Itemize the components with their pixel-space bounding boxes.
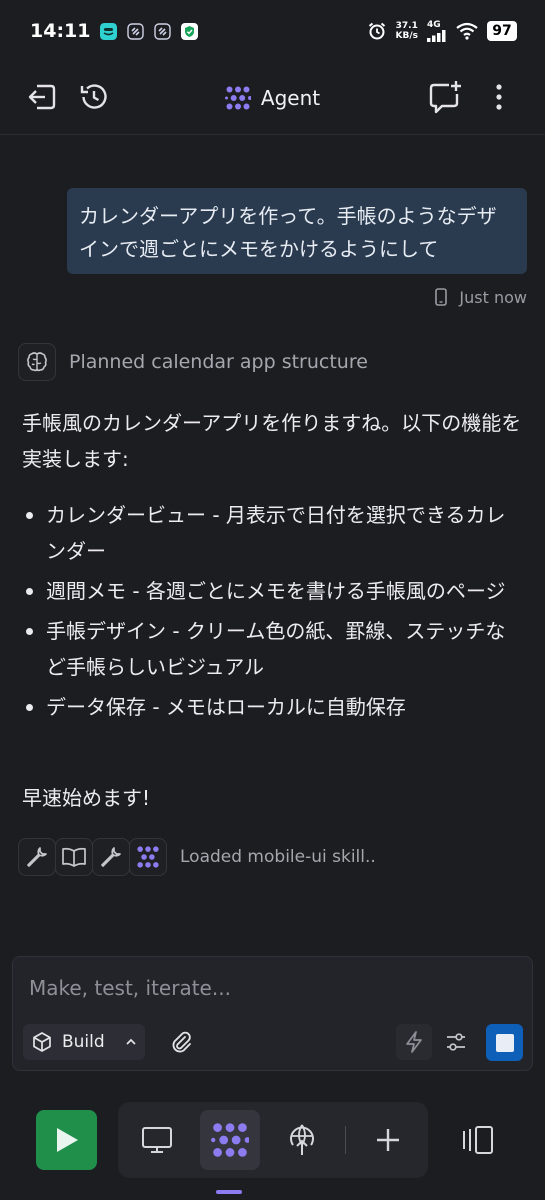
brain-icon [27,352,47,372]
page-title: Agent [260,86,321,110]
chevron-up-icon [126,1038,136,1045]
tool-chip [92,838,130,876]
thought-summary[interactable]: Planned calendar app structure [18,343,368,381]
status-time: 14:11 [30,20,91,42]
plus-icon [377,1129,399,1151]
sliders-icon [447,1033,465,1051]
exit-button[interactable] [22,77,62,117]
agent-logo-icon [137,846,159,868]
new-tab-button[interactable] [358,1110,418,1170]
list-item: 手帳デザイン - クリーム色の紙、罫線、ステッチなど手帳らしいビジュアル [22,613,522,685]
assistant-feature-list: カレンダービュー - 月表示で日付を選択できるカレンダー 週間メモ - 各週ごと… [22,497,522,729]
settings-sliders-button[interactable] [438,1024,474,1060]
tool-activity[interactable]: Loaded mobile-ui skill.. [18,838,376,876]
attach-button[interactable] [163,1024,199,1060]
user-message-bubble: カレンダーアプリを作って。手帳のようなデザインで週ごとにメモをかけるようにして [67,188,527,274]
stop-icon [495,1033,514,1052]
list-item: データ保存 - メモはローカルに自動保存 [22,689,522,725]
tool-status-text: Loaded mobile-ui skill.. [180,847,376,867]
panels-icon [463,1126,493,1154]
agent-logo-icon [211,1123,249,1157]
thought-label: Planned calendar app structure [69,351,368,373]
wifi-icon [456,22,478,40]
more-options-button[interactable] [479,77,519,117]
list-item: 週間メモ - 各週ごとにメモを書ける手帳風のページ [22,573,522,609]
deploy-tab[interactable] [272,1110,332,1170]
monitor-icon [142,1127,172,1153]
amazon-app-icon [100,22,118,40]
deploy-icon [290,1124,314,1155]
more-vertical-icon [496,84,502,110]
book-icon [62,847,86,867]
network-speed: 37.1 KB/s [395,21,418,41]
tool-chip [55,838,93,876]
cellular-signal: 4G [427,20,447,42]
play-icon [56,1128,78,1152]
alarm-icon [367,21,387,41]
link-app-icon [127,22,145,40]
power-mode-button[interactable] [396,1024,432,1060]
signal-icon [427,30,446,42]
link-app-icon-2 [154,22,172,40]
preview-tab[interactable] [127,1110,187,1170]
prompt-input[interactable] [29,973,509,1003]
history-button[interactable] [74,77,114,117]
assistant-intro: 手帳風のカレンダーアプリを作りますね。以下の機能を実装します: [22,411,522,471]
new-chat-button[interactable] [425,77,465,117]
panels-button[interactable] [448,1110,508,1170]
app-header: Agent [0,62,545,135]
mode-label: Build [62,1032,105,1052]
tool-chip [129,838,167,876]
nav-divider [345,1126,346,1154]
tool-chip [18,838,56,876]
list-item: カレンダービュー - 月表示で日付を選択できるカレンダー [22,497,522,569]
notification-icons [100,22,199,40]
mode-selector[interactable]: Build [23,1024,145,1060]
message-meta: Just now [435,286,527,308]
message-timestamp: Just now [459,287,527,307]
cube-icon [33,1032,51,1052]
battery-indicator: 97 [487,21,517,41]
mobile-device-icon [435,288,448,306]
paperclip-icon [172,1031,191,1053]
agent-tab[interactable] [200,1110,260,1170]
exit-icon [28,84,56,110]
wrench-icon [101,847,121,867]
lightning-icon [406,1031,422,1053]
agent-logo-icon [224,86,251,110]
shield-app-icon [181,22,199,40]
status-bar: 14:11 37.1 KB/s 4G 97 [0,0,545,62]
history-icon [80,84,107,109]
stop-button[interactable] [486,1024,523,1061]
active-tab-indicator [216,1190,242,1194]
composer: Build [12,956,533,1071]
brain-chip [18,343,56,381]
run-button[interactable] [36,1110,97,1170]
assistant-closing: 早速始めます! [22,786,151,810]
wrench-icon [27,847,47,867]
new-chat-icon [429,81,461,114]
